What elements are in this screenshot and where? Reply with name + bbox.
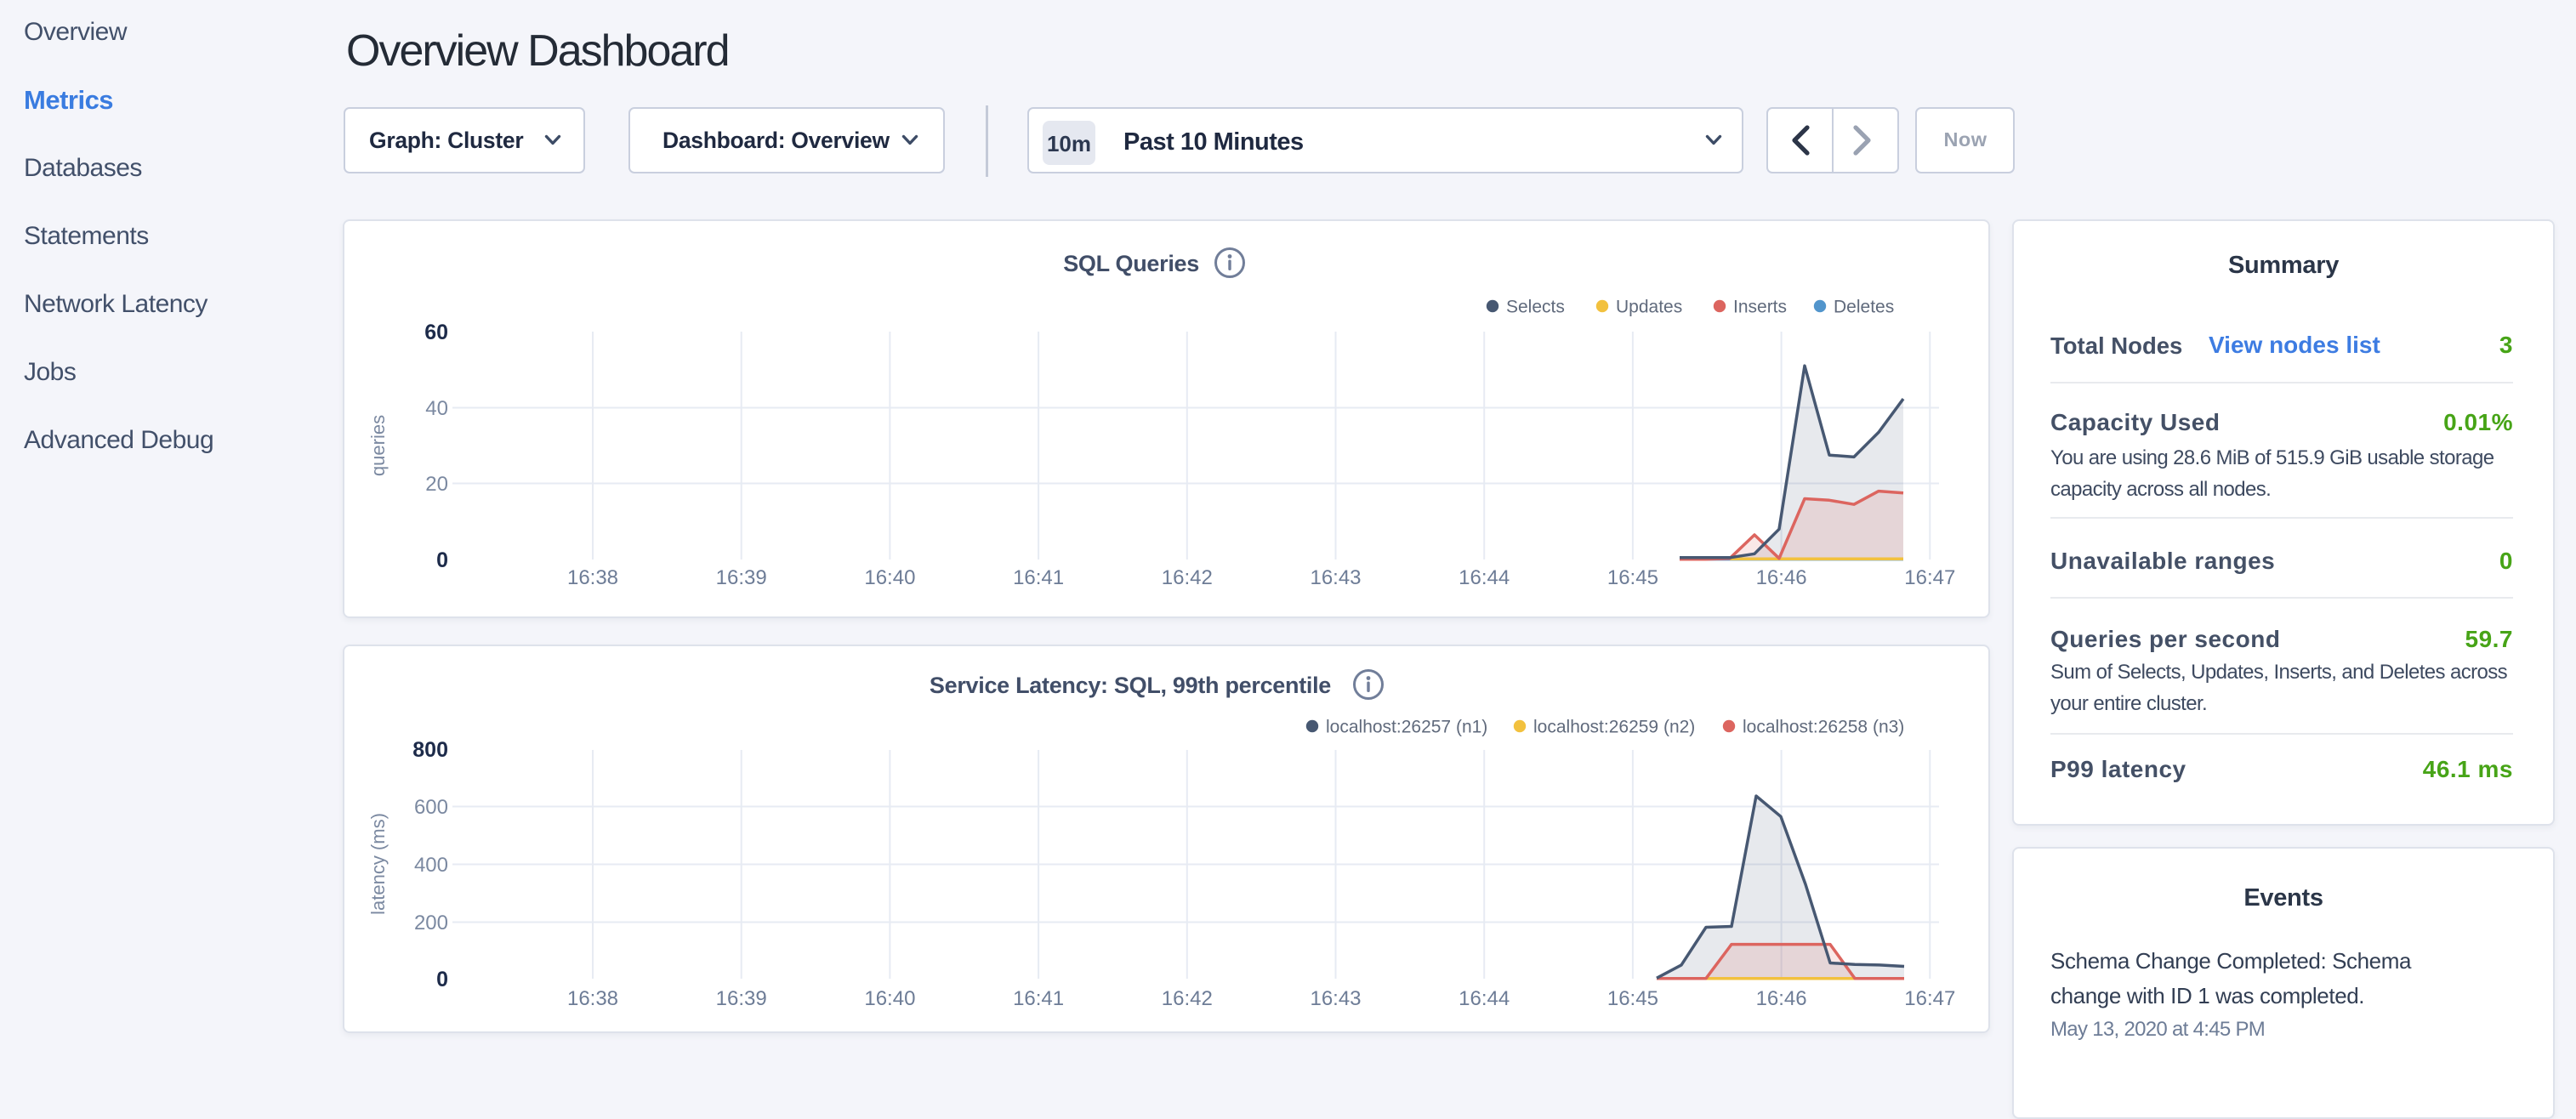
svg-text:latency (ms): latency (ms) xyxy=(367,813,389,915)
svg-text:400: 400 xyxy=(414,854,448,877)
svg-text:16:47: 16:47 xyxy=(1904,987,1955,1010)
svg-text:SQL Queries: SQL Queries xyxy=(1063,251,1199,276)
svg-text:16:39: 16:39 xyxy=(716,566,767,589)
svg-text:16:41: 16:41 xyxy=(1013,566,1064,589)
svg-text:16:45: 16:45 xyxy=(1607,566,1658,589)
svg-text:Service Latency: SQL, 99th per: Service Latency: SQL, 99th percentile xyxy=(930,673,1331,698)
svg-text:Deletes: Deletes xyxy=(1834,298,1894,317)
svg-text:localhost:26257 (n1): localhost:26257 (n1) xyxy=(1326,718,1487,737)
svg-text:60: 60 xyxy=(424,321,448,344)
svg-text:0: 0 xyxy=(436,968,448,991)
svg-text:Selects: Selects xyxy=(1506,298,1565,317)
svg-text:16:41: 16:41 xyxy=(1013,987,1064,1010)
svg-text:localhost:26259 (n2): localhost:26259 (n2) xyxy=(1533,718,1695,737)
svg-text:16:43: 16:43 xyxy=(1310,566,1361,589)
svg-text:16:46: 16:46 xyxy=(1756,566,1807,589)
svg-text:16:46: 16:46 xyxy=(1756,987,1807,1010)
svg-text:40: 40 xyxy=(425,397,448,420)
svg-text:16:42: 16:42 xyxy=(1162,566,1213,589)
svg-text:16:44: 16:44 xyxy=(1459,987,1510,1010)
svg-text:16:39: 16:39 xyxy=(716,987,767,1010)
svg-text:16:40: 16:40 xyxy=(864,987,915,1010)
svg-text:16:47: 16:47 xyxy=(1904,566,1955,589)
svg-text:600: 600 xyxy=(414,796,448,819)
svg-text:Inserts: Inserts xyxy=(1733,298,1787,317)
svg-text:16:45: 16:45 xyxy=(1607,987,1658,1010)
svg-text:16:42: 16:42 xyxy=(1162,987,1213,1010)
svg-text:16:43: 16:43 xyxy=(1310,987,1361,1010)
svg-text:16:40: 16:40 xyxy=(864,566,915,589)
svg-text:16:38: 16:38 xyxy=(567,566,618,589)
svg-text:20: 20 xyxy=(425,473,448,496)
svg-text:800: 800 xyxy=(412,738,448,762)
svg-text:16:44: 16:44 xyxy=(1459,566,1510,589)
svg-text:16:38: 16:38 xyxy=(567,987,618,1010)
svg-text:Updates: Updates xyxy=(1616,298,1682,317)
svg-text:200: 200 xyxy=(414,912,448,934)
svg-text:localhost:26258 (n3): localhost:26258 (n3) xyxy=(1743,718,1904,737)
svg-text:0: 0 xyxy=(436,548,448,572)
svg-text:queries: queries xyxy=(367,415,389,476)
